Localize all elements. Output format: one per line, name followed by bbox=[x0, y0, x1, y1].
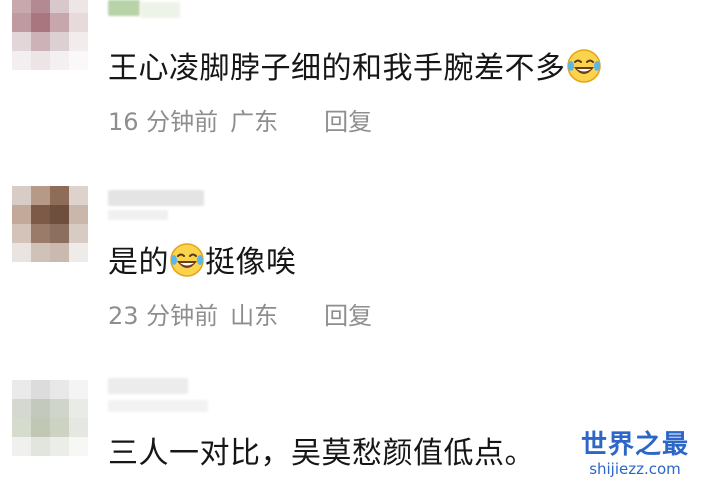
username-blurred[interactable] bbox=[108, 210, 168, 220]
reply-button[interactable]: 回复 bbox=[324, 301, 372, 331]
username-blurred[interactable] bbox=[140, 2, 180, 18]
username-blurred[interactable] bbox=[108, 400, 208, 412]
comment-item-2: 是的 挺像唉 23 分钟前 山东 回复 bbox=[0, 180, 708, 350]
comment-location: 广东 bbox=[230, 108, 279, 136]
comment-location: 山东 bbox=[230, 302, 279, 330]
comment-text-content: 三人一对比，吴莫愁颜值低点。 bbox=[108, 436, 535, 471]
watermark-logo: 世界之最 shijiezz.com bbox=[570, 430, 700, 478]
avatar[interactable] bbox=[12, 186, 88, 262]
username-blurred[interactable] bbox=[108, 378, 188, 394]
comment-text: 三人一对比，吴莫愁颜值低点。 bbox=[108, 434, 535, 474]
comment-time: 23 分钟前 bbox=[108, 302, 219, 330]
watermark-url: shijiezz.com bbox=[589, 460, 681, 478]
avatar[interactable] bbox=[12, 380, 88, 456]
laughing-tears-emoji-icon bbox=[170, 243, 204, 277]
laughing-tears-emoji-icon bbox=[566, 49, 601, 83]
username-blurred[interactable] bbox=[108, 0, 140, 16]
comment-text: 王心凌脚脖子细的和我手腕差不多 bbox=[108, 48, 602, 89]
comment-text-content: 王心凌脚脖子细的和我手腕差不多 bbox=[108, 51, 566, 86]
avatar[interactable] bbox=[12, 0, 88, 70]
reply-button[interactable]: 回复 bbox=[324, 107, 372, 137]
username-blurred[interactable] bbox=[108, 190, 204, 206]
comment-meta: 23 分钟前 山东 回复 bbox=[108, 301, 372, 331]
comment-meta: 16 分钟前 广东 回复 bbox=[108, 107, 372, 137]
comment-item-1: 王心凌脚脖子细的和我手腕差不多 16 分钟前 广东 回复 bbox=[0, 0, 708, 160]
comment-text-before-emoji: 是的 bbox=[108, 245, 169, 280]
comment-text: 是的 挺像唉 bbox=[108, 242, 297, 283]
comment-text-after-emoji: 挺像唉 bbox=[205, 245, 297, 280]
comment-time: 16 分钟前 bbox=[108, 108, 219, 136]
watermark-title: 世界之最 bbox=[580, 430, 689, 460]
